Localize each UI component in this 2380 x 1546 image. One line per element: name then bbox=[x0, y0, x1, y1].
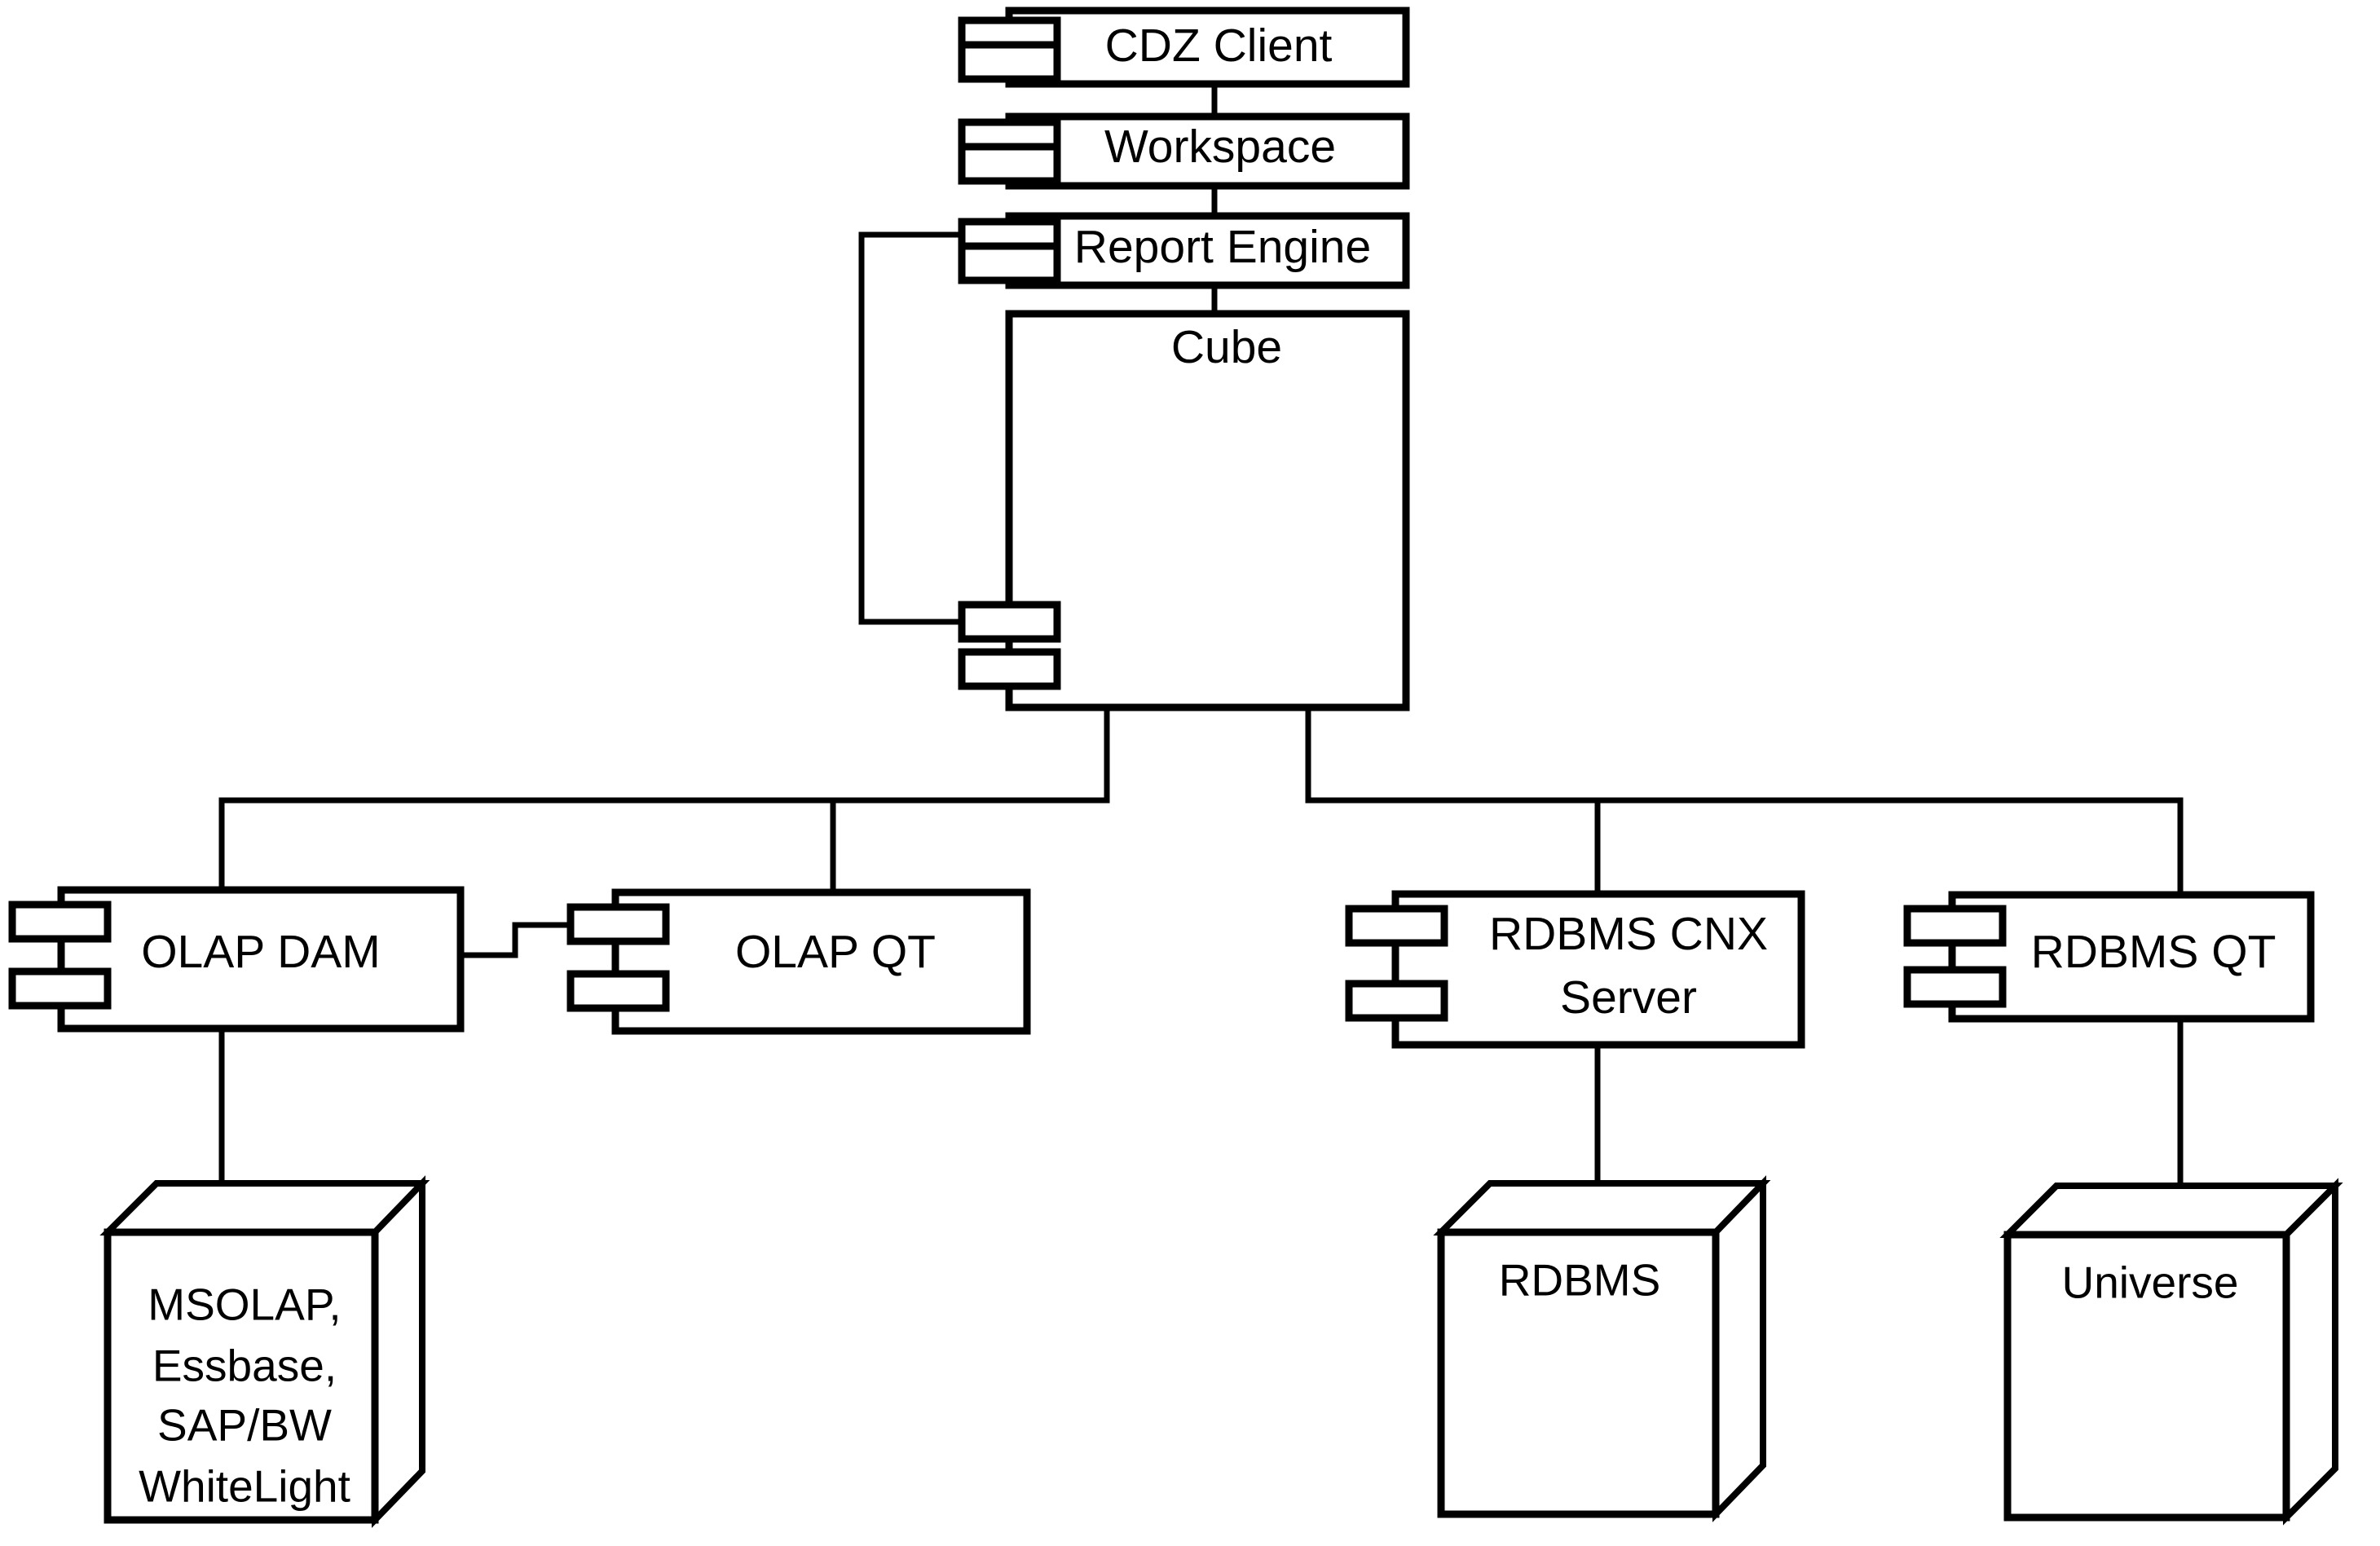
component-label-rdbms-cnx-server-line1: RDBMS CNX bbox=[1489, 908, 1768, 960]
node-label-line-4: WhiteLight bbox=[139, 1461, 350, 1512]
connector-workspace-cube bbox=[858, 231, 965, 625]
component-label-olap-dam: OLAP DAM bbox=[141, 926, 381, 978]
node-label-line-1: MSOLAP, bbox=[148, 1280, 341, 1330]
component-label-workspace: Workspace bbox=[1104, 121, 1336, 173]
diagram-svg: CDZ Client Workspace Report Engine Cube … bbox=[8, 7, 2343, 1528]
node-label-rdbms: RDBMS bbox=[1499, 1255, 1661, 1306]
node-label-universe: Universe bbox=[2061, 1258, 2238, 1308]
component-rdbms-qt[interactable]: RDBMS QT bbox=[1903, 891, 2315, 1023]
component-label-rdbms-qt: RDBMS QT bbox=[2031, 926, 2276, 978]
component-diagram-canvas: CDZ Client Workspace Report Engine Cube … bbox=[0, 0, 2380, 1546]
report-engine-ports bbox=[958, 218, 1061, 284]
component-olap-dam[interactable]: OLAP DAM bbox=[8, 886, 465, 1033]
connector-olap-dam-olap-qt bbox=[457, 922, 574, 958]
cdz-client-ports bbox=[958, 16, 1061, 83]
component-cdz-client[interactable]: CDZ Client bbox=[958, 7, 1410, 88]
node-olap-sources[interactable]: MSOLAP, Essbase, SAP/BW WhiteLight bbox=[99, 1175, 430, 1528]
node-universe[interactable]: Universe bbox=[1999, 1178, 2343, 1526]
node-label-line-2: Essbase, bbox=[152, 1341, 337, 1391]
component-workspace[interactable]: Workspace bbox=[958, 112, 1410, 190]
component-cube[interactable]: Cube bbox=[958, 310, 1410, 711]
component-olap-qt[interactable]: OLAP QT bbox=[566, 888, 1031, 1035]
component-rdbms-cnx-server[interactable]: RDBMS CNX Server bbox=[1345, 890, 1805, 1049]
component-label-olap-qt: OLAP QT bbox=[735, 926, 936, 978]
node-rdbms[interactable]: RDBMS bbox=[1433, 1175, 1771, 1522]
workspace-ports bbox=[958, 118, 1061, 185]
component-label-report-engine: Report Engine bbox=[1074, 221, 1371, 273]
component-label-cube: Cube bbox=[1171, 321, 1282, 373]
component-report-engine[interactable]: Report Engine bbox=[958, 212, 1410, 289]
node-label-line-3: SAP/BW bbox=[157, 1400, 332, 1451]
component-label-cdz-client: CDZ Client bbox=[1105, 20, 1333, 72]
component-label-rdbms-cnx-server-line2: Server bbox=[1560, 971, 1697, 1024]
